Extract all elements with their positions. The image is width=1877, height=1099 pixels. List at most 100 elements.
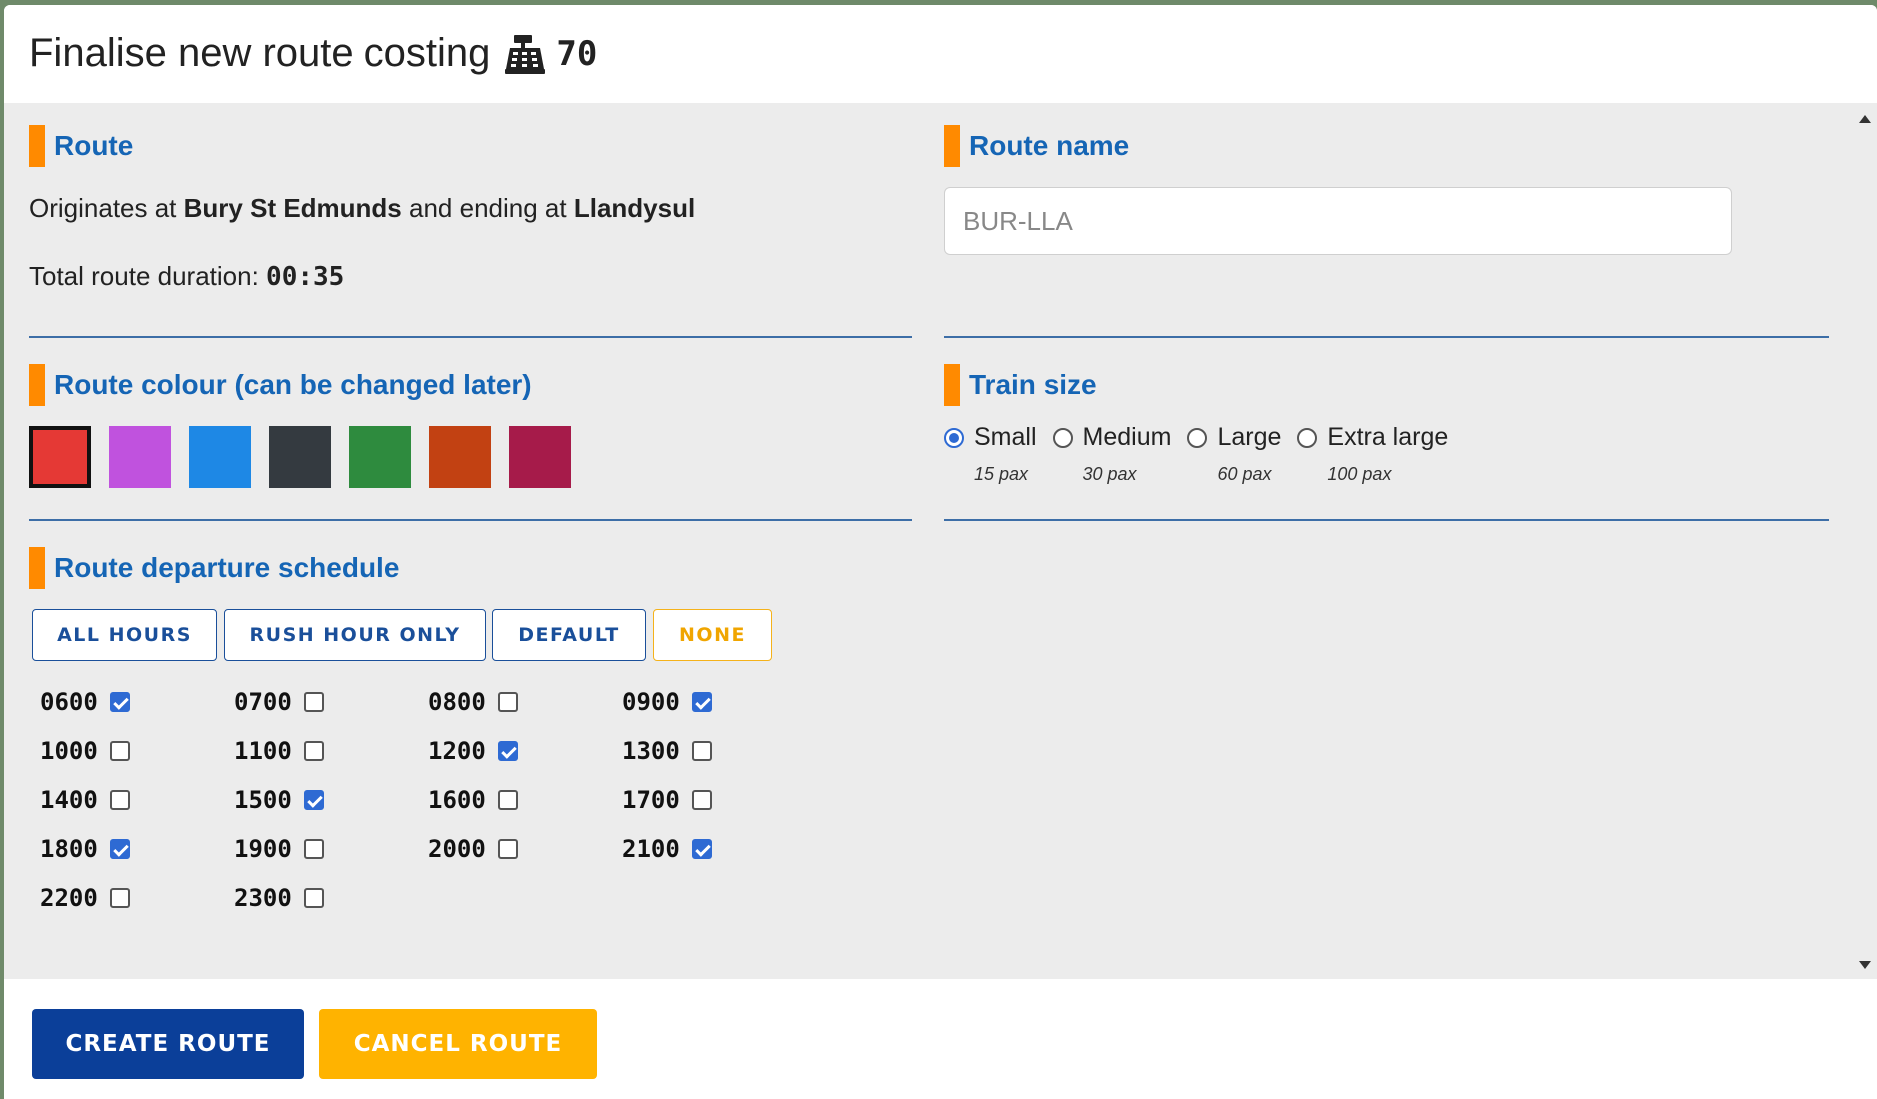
dialog-body[interactable]: Route Originates at Bury St Edmunds and … [4,103,1877,979]
rush-hour-only-button[interactable]: RUSH HOUR ONLY [224,609,486,661]
create-route-button[interactable]: CREATE ROUTE [32,1009,304,1079]
section-marker [944,364,960,406]
hour-option[interactable]: 1200 [428,737,518,765]
hour-checkbox[interactable] [497,692,518,712]
hour-checkbox[interactable] [109,741,130,761]
route-endpoints: Originates at Bury St Edmunds and ending… [29,193,695,224]
hour-option[interactable]: 1000 [40,737,130,765]
hour-label: 2100 [622,835,680,863]
cost-value: 70 [556,33,598,74]
train-size-row[interactable]: Large [1187,423,1281,452]
hour-checkbox[interactable] [303,790,324,810]
hour-label: 0900 [622,688,680,716]
train-size-pax: 100 pax [1327,464,1392,484]
train-size-radio[interactable] [1052,427,1073,448]
hour-option[interactable]: 0900 [622,688,712,716]
hour-option[interactable]: 0700 [234,688,324,716]
hour-checkbox[interactable] [109,839,130,859]
train-size-radio[interactable] [944,427,964,448]
hour-option[interactable]: 1700 [622,786,712,814]
train-size-label: Large [1217,423,1282,451]
hour-checkbox[interactable] [303,741,324,761]
route-duration: Total route duration: 00:35 [29,261,344,292]
destination-station: Llandysul [573,193,696,223]
hour-checkbox[interactable] [691,741,712,761]
route-heading: Route [29,125,133,167]
train-size-pax: 15 pax [974,464,1029,484]
hour-option[interactable]: 1100 [234,737,324,765]
colour-swatch[interactable] [269,426,331,488]
train-size-row[interactable]: Small [944,423,1037,452]
hour-option[interactable]: 1800 [40,835,130,863]
hour-option[interactable]: 1300 [622,737,712,765]
new-route-dialog: Finalise new route costing 70 Route Orig… [4,5,1877,1099]
divider [29,519,912,521]
originates-prefix: Originates at [29,193,177,223]
train-size-options: Small 15 pax Medium 30 pax Large 60 pax Extra … [944,423,1464,485]
hour-option[interactable]: 2300 [234,884,324,912]
hour-label: 1200 [428,737,486,765]
hour-option[interactable]: 1400 [40,786,130,814]
hour-label: 0700 [234,688,292,716]
section-marker [29,125,45,167]
all-hours-button[interactable]: ALL HOURS [32,609,217,661]
train-size-label: Extra large [1327,423,1449,451]
train-size-option[interactable]: Small 15 pax [944,423,1037,485]
origin-station: Bury St Edmunds [183,193,402,223]
hour-option[interactable]: 0800 [428,688,518,716]
colour-swatch[interactable] [429,426,491,488]
train-size-row[interactable]: Medium [1052,423,1171,452]
hour-option[interactable]: 2000 [428,835,518,863]
hour-label: 1100 [234,737,292,765]
train-size-pax: 60 pax [1217,464,1272,484]
hour-label: 2000 [428,835,486,863]
none-schedule-button[interactable]: NONE [653,609,772,661]
hour-checkbox[interactable] [497,839,518,859]
hour-label: 2300 [234,884,292,912]
colour-swatch[interactable] [29,426,91,488]
hour-checkbox[interactable] [691,839,712,859]
cash-register-icon [504,33,546,75]
route-colour-heading-text: Route colour (can be changed later) [54,369,532,400]
hour-checkbox[interactable] [497,790,518,810]
route-name-input[interactable] [944,187,1732,255]
hour-checkbox[interactable] [109,888,130,908]
hour-option[interactable]: 1500 [234,786,324,814]
dialog-title: Finalise new route costing 70 [29,31,597,76]
colour-swatch[interactable] [189,426,251,488]
hour-checkbox[interactable] [691,692,712,712]
hour-option[interactable]: 1600 [428,786,518,814]
duration-value: 00:35 [266,262,345,292]
duration-label: Total route duration: [29,261,259,291]
hour-checkbox[interactable] [109,692,130,712]
train-size-radio[interactable] [1187,427,1208,448]
hour-option[interactable]: 2200 [40,884,130,912]
scroll-up-arrow-icon[interactable] [1859,115,1871,123]
hour-label: 1700 [622,786,680,814]
colour-swatch[interactable] [509,426,571,488]
default-schedule-button[interactable]: DEFAULT [492,609,646,661]
train-size-option[interactable]: Medium 30 pax [1052,423,1171,485]
hour-checkbox[interactable] [109,790,130,810]
ending-mid: and ending at [409,193,567,223]
hour-checkbox[interactable] [691,790,712,810]
train-size-option[interactable]: Large 60 pax [1187,423,1281,485]
scroll-down-arrow-icon[interactable] [1859,961,1871,969]
hour-option[interactable]: 0600 [40,688,130,716]
hour-option[interactable]: 2100 [622,835,712,863]
colour-swatch[interactable] [349,426,411,488]
train-size-option[interactable]: Extra large 100 pax [1297,423,1448,485]
hour-label: 0800 [428,688,486,716]
hour-label: 1500 [234,786,292,814]
divider [29,336,912,338]
hour-checkbox[interactable] [497,741,518,761]
cancel-route-button[interactable]: CANCEL ROUTE [319,1009,597,1079]
hour-checkbox[interactable] [303,839,324,859]
hour-option[interactable]: 1900 [234,835,324,863]
hour-checkbox[interactable] [303,888,324,908]
hour-checkbox[interactable] [303,692,324,712]
train-size-row[interactable]: Extra large [1297,423,1448,452]
train-size-radio[interactable] [1297,427,1318,448]
colour-swatch[interactable] [109,426,171,488]
train-size-pax: 30 pax [1082,464,1137,484]
